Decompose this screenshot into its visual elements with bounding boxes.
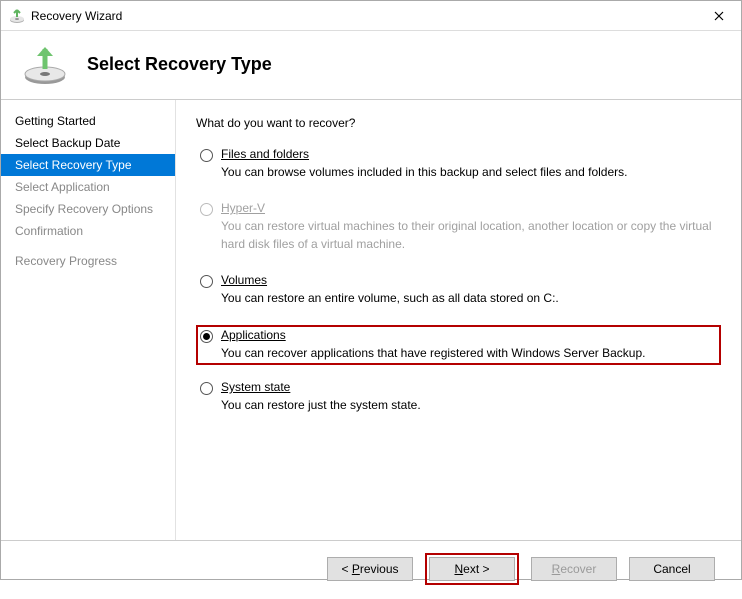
recovery-prompt: What do you want to recover? [196,116,721,130]
sidebar-item-select-application: Select Application [1,176,175,198]
option-label: System state [221,380,290,394]
close-button[interactable] [705,5,733,27]
sidebar-item-specify-recovery-options: Specify Recovery Options [1,198,175,220]
close-icon [714,11,724,21]
recovery-icon [9,8,25,24]
sidebar: Getting Started Select Backup Date Selec… [1,100,176,540]
wizard-header: Select Recovery Type [1,31,741,100]
page-title: Select Recovery Type [87,54,272,75]
option-text: Volumes You can restore an entire volume… [221,273,717,307]
option-system-state[interactable]: System state You can restore just the sy… [196,377,721,417]
option-desc: You can restore virtual machines to thei… [221,218,717,253]
option-desc: You can browse volumes included in this … [221,164,717,181]
option-text: Applications You can recover application… [221,328,717,362]
option-applications[interactable]: Applications You can recover application… [196,325,721,365]
main-panel: What do you want to recover? Files and f… [176,100,741,540]
radio-applications[interactable] [200,330,213,343]
option-text: System state You can restore just the sy… [221,380,717,414]
sidebar-item-select-backup-date[interactable]: Select Backup Date [1,132,175,154]
next-button-highlight: Next > [425,553,519,585]
next-button[interactable]: Next > [429,557,515,581]
option-label: Volumes [221,273,267,287]
option-hyper-v: Hyper-V You can restore virtual machines… [196,198,721,256]
option-label: Files and folders [221,147,309,161]
option-desc: You can restore an entire volume, such a… [221,290,717,307]
option-label: Hyper-V [221,201,265,215]
radio-files-and-folders[interactable] [200,149,213,162]
cancel-button[interactable]: Cancel [629,557,715,581]
sidebar-item-select-recovery-type[interactable]: Select Recovery Type [1,154,175,176]
titlebar: Recovery Wizard [1,1,741,31]
wizard-footer: < Previous Next > Recover Cancel [1,540,741,599]
option-desc: You can recover applications that have r… [221,345,717,362]
recovery-large-icon [21,43,69,85]
option-desc: You can restore just the system state. [221,397,717,414]
sidebar-item-confirmation: Confirmation [1,220,175,242]
option-text: Hyper-V You can restore virtual machines… [221,201,717,253]
recover-button: Recover [531,557,617,581]
radio-volumes[interactable] [200,275,213,288]
radio-hyper-v [200,203,213,216]
option-files-and-folders[interactable]: Files and folders You can browse volumes… [196,144,721,184]
option-label: Applications [221,328,286,342]
option-volumes[interactable]: Volumes You can restore an entire volume… [196,270,721,310]
sidebar-item-getting-started[interactable]: Getting Started [1,110,175,132]
option-text: Files and folders You can browse volumes… [221,147,717,181]
sidebar-item-recovery-progress: Recovery Progress [1,250,175,272]
previous-button[interactable]: < Previous [327,557,413,581]
wizard-body: Getting Started Select Backup Date Selec… [1,100,741,540]
window-title: Recovery Wizard [31,9,705,23]
radio-system-state[interactable] [200,382,213,395]
